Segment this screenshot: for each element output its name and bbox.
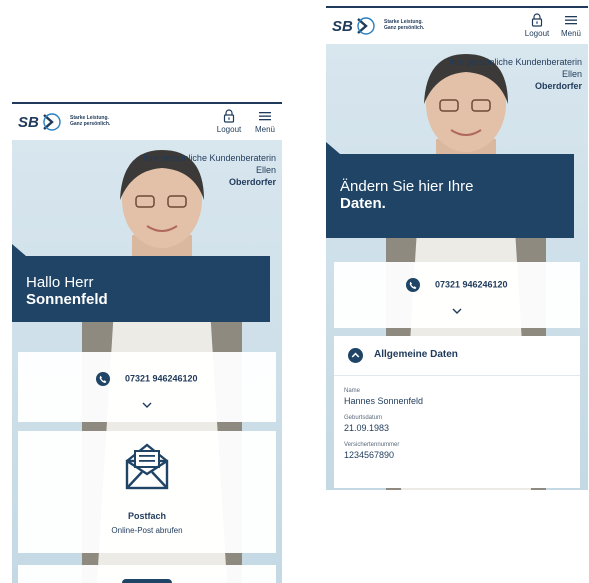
headline-line-2: Daten. bbox=[340, 195, 386, 212]
postfach-title: Postfach bbox=[127, 511, 166, 521]
menu-button[interactable]: Menü bbox=[250, 109, 280, 139]
advisor-caption: Ihre persönliche Kundenberaterin bbox=[142, 153, 276, 163]
section-title: Allgemeine Daten bbox=[374, 349, 458, 360]
chevron-down-icon[interactable] bbox=[452, 308, 462, 314]
field-label-birthdate: Geburtsdatum bbox=[344, 415, 383, 421]
field-value-insurance-number: 1234567890 bbox=[344, 450, 395, 460]
lock-icon bbox=[223, 109, 235, 123]
logout-button[interactable]: Logout bbox=[522, 13, 552, 43]
greeting-line-1: Hallo Herr bbox=[26, 274, 94, 291]
contact-card[interactable]: 07321 946246120 bbox=[334, 262, 580, 328]
top-bar: SB Starke Leistung. Ganz persönlich. Log… bbox=[12, 102, 282, 140]
menu-label: Menü bbox=[254, 125, 275, 134]
logout-button[interactable]: Logout bbox=[214, 109, 244, 139]
menu-label: Menü bbox=[560, 29, 581, 38]
advisor-first-name: Ellen bbox=[561, 69, 582, 79]
headline-line-1: Ändern Sie hier Ihre bbox=[340, 178, 474, 195]
top-bar: SB Starke Leistung. Ganz persönlich. Log… bbox=[326, 6, 588, 44]
general-data-section: Allgemeine Daten Name Hannes Sonnenfeld … bbox=[334, 336, 580, 488]
lock-icon bbox=[531, 13, 543, 27]
advisor-last-name: Oberdorfer bbox=[534, 81, 582, 91]
advisor-first-name: Ellen bbox=[255, 165, 276, 175]
sbk-logo[interactable]: SB bbox=[332, 15, 376, 37]
tagline-line-2: Ganz persönlich. bbox=[70, 121, 111, 127]
menu-icon bbox=[259, 112, 271, 121]
tagline-line-2: Ganz persönlich. bbox=[384, 25, 425, 31]
contact-phone-number[interactable]: 07321 946246120 bbox=[125, 373, 198, 383]
contact-phone-number[interactable]: 07321 946246120 bbox=[435, 279, 508, 289]
field-label-insurance-number: Versichertennummer bbox=[344, 442, 400, 448]
field-label-name: Name bbox=[344, 388, 361, 394]
postfach-subtitle: Online-Post abrufen bbox=[111, 526, 183, 535]
section-header[interactable]: Allgemeine Daten bbox=[334, 336, 580, 376]
logout-label: Logout bbox=[524, 29, 550, 38]
contact-phone-row[interactable]: 07321 946246120 bbox=[18, 372, 276, 386]
sbk-logo[interactable]: SB bbox=[18, 111, 62, 133]
advisor-last-name: Oberdorfer bbox=[228, 177, 276, 187]
greeting-line-2: Sonnenfeld bbox=[26, 291, 108, 308]
brand-tagline: Starke Leistung. Ganz persönlich. bbox=[384, 19, 444, 31]
contact-phone-row[interactable]: 07321 946246120 bbox=[334, 278, 580, 292]
menu-button[interactable]: Menü bbox=[556, 13, 586, 43]
phone-screen-personal-data: SB Starke Leistung. Ganz persönlich. Log… bbox=[326, 6, 588, 490]
headline-box: Ändern Sie hier Ihre Daten. bbox=[326, 154, 574, 238]
svg-text:SB: SB bbox=[18, 114, 39, 131]
field-value-birthdate: 21.09.1983 bbox=[344, 423, 390, 433]
advisor-hero: Ihre persönliche Kundenberaterin Ellen O… bbox=[326, 44, 588, 490]
greeting-notch bbox=[12, 244, 26, 256]
envelope-icon bbox=[125, 443, 169, 490]
advisor-info: Ihre persönliche Kundenberaterin Ellen O… bbox=[143, 152, 276, 188]
next-card-button-edge[interactable] bbox=[122, 579, 172, 583]
next-card[interactable] bbox=[18, 565, 276, 583]
svg-text:SB: SB bbox=[332, 18, 353, 35]
chevron-up-icon[interactable] bbox=[348, 348, 363, 363]
phone-icon bbox=[96, 372, 111, 386]
field-value-name: Hannes Sonnenfeld bbox=[344, 396, 424, 406]
postfach-card[interactable]: Postfach Online-Post abrufen bbox=[18, 431, 276, 553]
logout-label: Logout bbox=[216, 125, 242, 134]
advisor-caption: Ihre persönliche Kundenberaterin bbox=[448, 57, 582, 67]
chevron-down-icon[interactable] bbox=[142, 402, 152, 408]
advisor-hero: Ihre persönliche Kundenberaterin Ellen O… bbox=[12, 140, 282, 583]
advisor-info: Ihre persönliche Kundenberaterin Ellen O… bbox=[449, 56, 582, 92]
contact-card[interactable]: 07321 946246120 bbox=[18, 352, 276, 422]
phone-icon bbox=[406, 278, 421, 292]
phone-screen-dashboard: SB Starke Leistung. Ganz persönlich. Log… bbox=[12, 102, 282, 583]
menu-icon bbox=[565, 16, 577, 25]
greeting-box: Hallo Herr Sonnenfeld bbox=[12, 256, 270, 322]
brand-tagline: Starke Leistung. Ganz persönlich. bbox=[70, 115, 130, 127]
headline-notch bbox=[326, 142, 340, 154]
